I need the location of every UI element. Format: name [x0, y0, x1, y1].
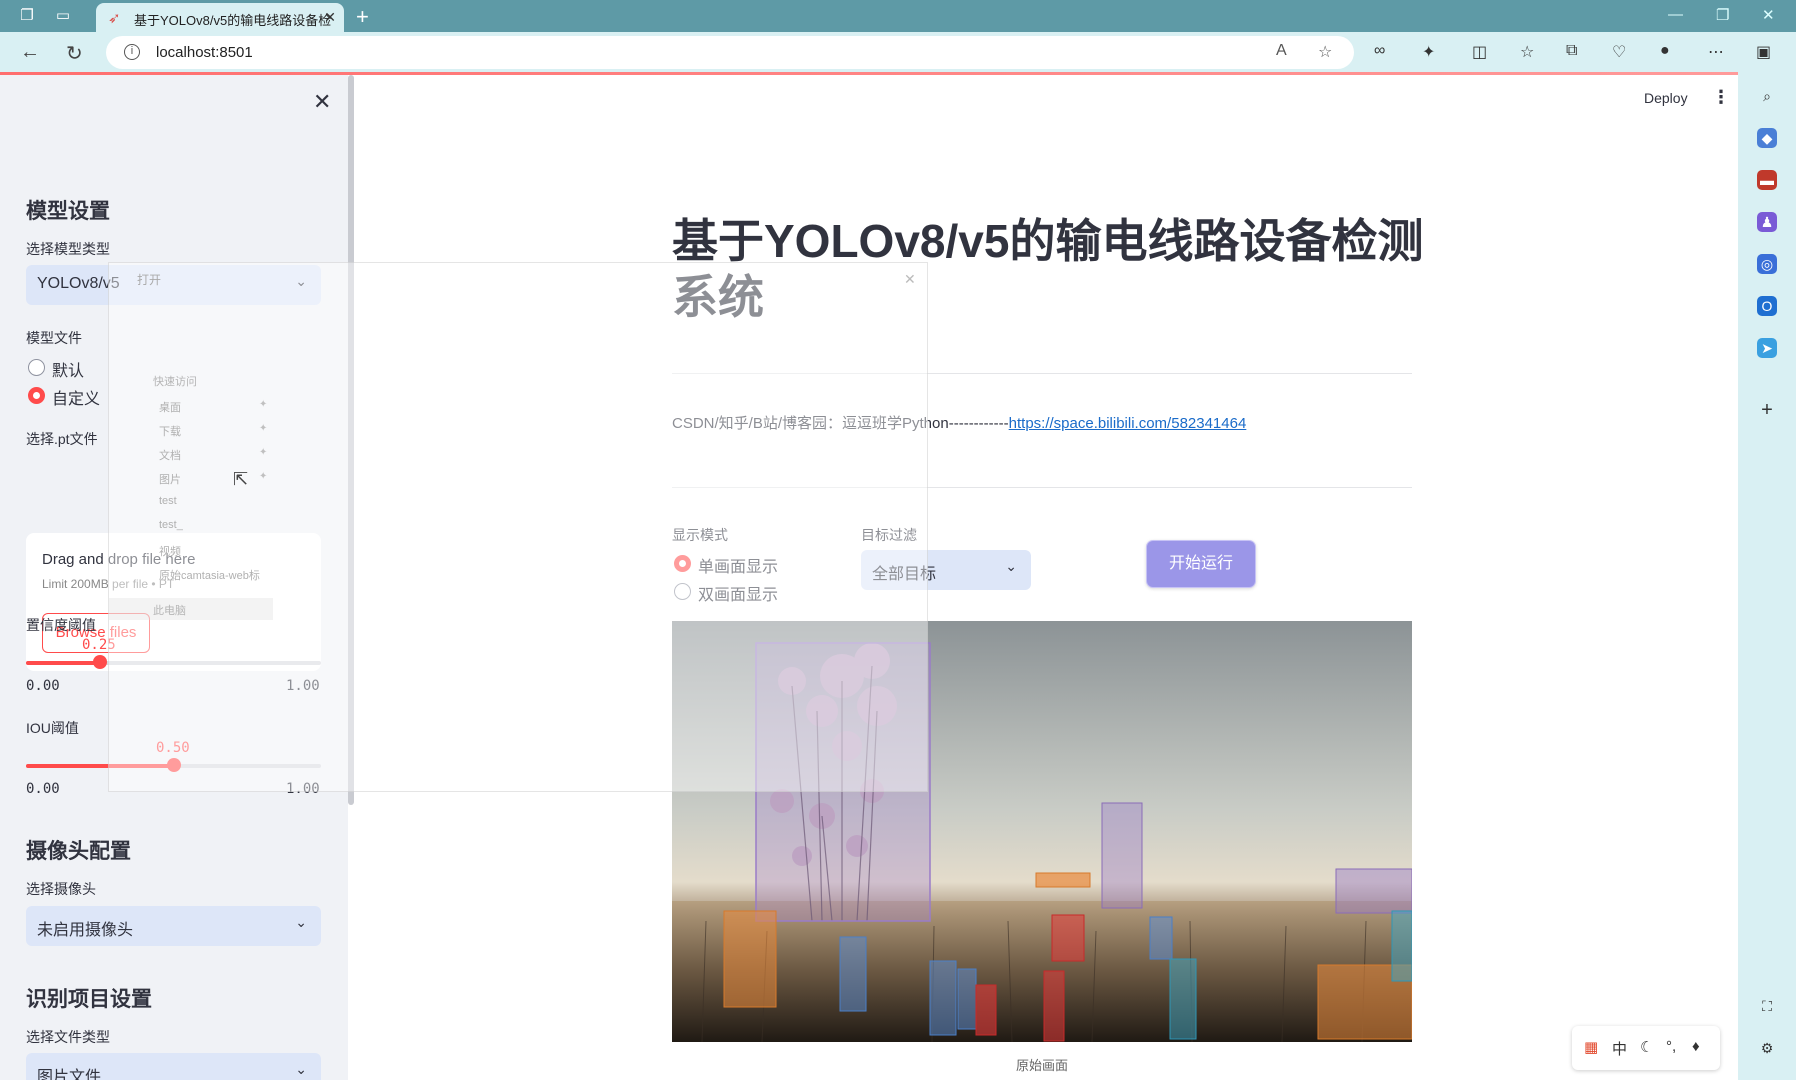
radio-default[interactable]: 默认	[26, 357, 84, 381]
radio-unchecked-icon	[28, 359, 45, 376]
extensions-icon[interactable]: ✦	[1422, 42, 1435, 62]
window-close-icon[interactable]: ✕	[1762, 6, 1775, 24]
shopping-tag-icon[interactable]: ◆	[1757, 128, 1777, 148]
browser-tab-bar: ❐ ▭ ➶ 基于YOLOv8/v5的输电线路设备检 ✕ + — ❐ ✕	[0, 0, 1796, 32]
pt-file-label: 选择.pt文件	[26, 431, 98, 447]
quick-item-documents[interactable]: 文档	[159, 447, 181, 463]
confidence-slider-thumb[interactable]	[93, 655, 107, 669]
file-type-value: 图片文件	[37, 1069, 102, 1080]
recognition-heading: 识别项目设置	[26, 988, 152, 1011]
url-text: localhost:8501	[156, 44, 253, 61]
dialog-close-icon[interactable]: ✕	[904, 271, 916, 288]
quick-item-downloads[interactable]: 下载	[159, 423, 181, 439]
deploy-button[interactable]: Deploy	[1644, 90, 1688, 106]
camera-heading: 摄像头配置	[26, 840, 131, 863]
screenshot-icon[interactable]: ⛶	[1757, 996, 1777, 1016]
search-icon[interactable]: ⌕	[1757, 86, 1777, 106]
tab-title: 基于YOLOv8/v5的输电线路设备检	[134, 13, 332, 28]
address-bar[interactable]: i localhost:8501 A ☆	[106, 36, 1354, 69]
file-open-dialog[interactable]: 打开 ✕ 快速访问 桌面 ✦ 下载 ✦ 文档 ✦ 图片 ✦ test test_…	[108, 262, 928, 792]
tab-close-icon[interactable]: ✕	[324, 9, 336, 26]
tools-icon[interactable]: ▬	[1757, 170, 1777, 190]
outlook-icon[interactable]: O	[1757, 296, 1777, 316]
confidence-slider-fill	[26, 661, 100, 665]
confidence-min: 0.00	[26, 678, 60, 694]
camera-select[interactable]: 未启用摄像头 ⌄	[26, 906, 321, 946]
favorite-star-icon[interactable]: ☆	[1318, 42, 1332, 62]
pin-icon: ✦	[259, 399, 268, 410]
model-settings-heading: 模型设置	[26, 200, 110, 223]
quick-item-desktop[interactable]: 桌面	[159, 399, 181, 415]
start-run-button[interactable]: 开始运行	[1146, 540, 1256, 588]
more-menu-icon[interactable]: ⋯	[1708, 42, 1724, 62]
read-aloud-icon[interactable]: A	[1276, 42, 1287, 60]
split-screen-icon[interactable]: ◫	[1472, 42, 1487, 62]
pin-icon: ✦	[259, 471, 268, 482]
dialog-title: 打开	[137, 273, 162, 287]
pin-icon: ✦	[259, 423, 268, 434]
ime-mode[interactable]: 中	[1612, 1038, 1627, 1059]
this-pc-item[interactable]: 此电脑	[109, 598, 273, 620]
confidence-label: 置信度阈值	[26, 617, 96, 633]
site-info-icon[interactable]: i	[124, 44, 140, 60]
radio-custom-label: 自定义	[52, 391, 101, 408]
camera-value: 未启用摄像头	[37, 922, 134, 939]
quick-item-test[interactable]: test	[159, 495, 177, 507]
favorites-icon[interactable]: ☆	[1520, 42, 1534, 62]
file-type-label: 选择文件类型	[26, 1029, 110, 1045]
iou-min: 0.00	[26, 781, 60, 797]
ime-toolbar[interactable]: ▦ 中 ☾ °, ♦	[1572, 1026, 1720, 1070]
collections-icon[interactable]: ⧉	[1566, 42, 1577, 60]
chevron-down-icon: ⌄	[295, 1061, 307, 1077]
quick-item-videos[interactable]: 视频	[159, 543, 181, 559]
sidebar-toggle-icon[interactable]: ▣	[1756, 42, 1771, 62]
pin-icon: ✦	[259, 447, 268, 458]
new-tab-icon[interactable]: +	[356, 4, 369, 30]
workspaces-icon[interactable]: ❐	[18, 7, 36, 25]
image-caption: 原始画面	[1015, 1058, 1068, 1073]
send-icon[interactable]: ➤	[1757, 338, 1777, 358]
edge-sidebar-rail: ⌕ ◆ ▬ ♟ ◎ O ➤ + ⛶ ⚙	[1738, 74, 1796, 1080]
settings-gear-icon[interactable]: ⚙	[1757, 1038, 1777, 1058]
m365-icon[interactable]: ◎	[1757, 254, 1777, 274]
browser-tab[interactable]: ➶ 基于YOLOv8/v5的输电线路设备检 ✕	[96, 3, 344, 32]
browser-toolbar: ← ↻ i localhost:8501 A ☆ ∞ ✦ ◫ ☆ ⧉ ♡ ● ⋯…	[0, 32, 1796, 74]
main-menu-icon[interactable]: ⋮	[1712, 87, 1730, 108]
radio-custom[interactable]: 自定义	[26, 385, 100, 409]
copilot-loop-icon[interactable]: ∞	[1374, 42, 1385, 60]
windows-logo-icon: ▦	[1584, 1039, 1599, 1056]
model-file-label: 模型文件	[26, 330, 82, 346]
restore-icon[interactable]: ❐	[1716, 6, 1729, 24]
radio-default-label: 默认	[52, 363, 85, 380]
games-icon[interactable]: ♟	[1757, 212, 1777, 232]
quick-item-pictures[interactable]: 图片	[159, 471, 181, 487]
minimize-icon[interactable]: —	[1668, 6, 1683, 23]
mouse-cursor-icon: ⇱	[233, 469, 249, 489]
add-icon[interactable]: +	[1757, 400, 1777, 420]
quick-item-test2[interactable]: test_	[159, 519, 183, 531]
chevron-down-icon: ⌄	[1005, 558, 1017, 574]
sidebar-close-icon[interactable]: ✕	[313, 89, 331, 115]
quick-access-label: 快速访问	[153, 376, 197, 388]
chevron-down-icon: ⌄	[295, 914, 307, 930]
camera-label: 选择摄像头	[26, 881, 96, 897]
quick-item-camtasia[interactable]: 原始camtasia-web标	[159, 567, 260, 583]
rocket-favicon-icon: ➶	[108, 10, 121, 27]
profile-avatar-icon[interactable]: ●	[1660, 42, 1670, 60]
iou-label: IOU阈值	[26, 720, 79, 736]
file-type-select[interactable]: 图片文件 ⌄	[26, 1053, 321, 1080]
refresh-icon[interactable]: ↻	[66, 41, 83, 66]
model-type-label: 选择模型类型	[26, 241, 110, 257]
tab-actions-icon[interactable]: ▭	[54, 7, 72, 25]
radio-checked-icon	[28, 387, 45, 404]
punctuation-icon[interactable]: °,	[1666, 1038, 1676, 1055]
moon-icon[interactable]: ☾	[1640, 1038, 1653, 1056]
back-icon[interactable]: ←	[20, 41, 40, 64]
skin-shirt-icon[interactable]: ♦	[1692, 1038, 1700, 1055]
bilibili-link[interactable]: https://space.bilibili.com/582341464	[1009, 415, 1247, 432]
browser-essentials-icon[interactable]: ♡	[1612, 42, 1626, 62]
